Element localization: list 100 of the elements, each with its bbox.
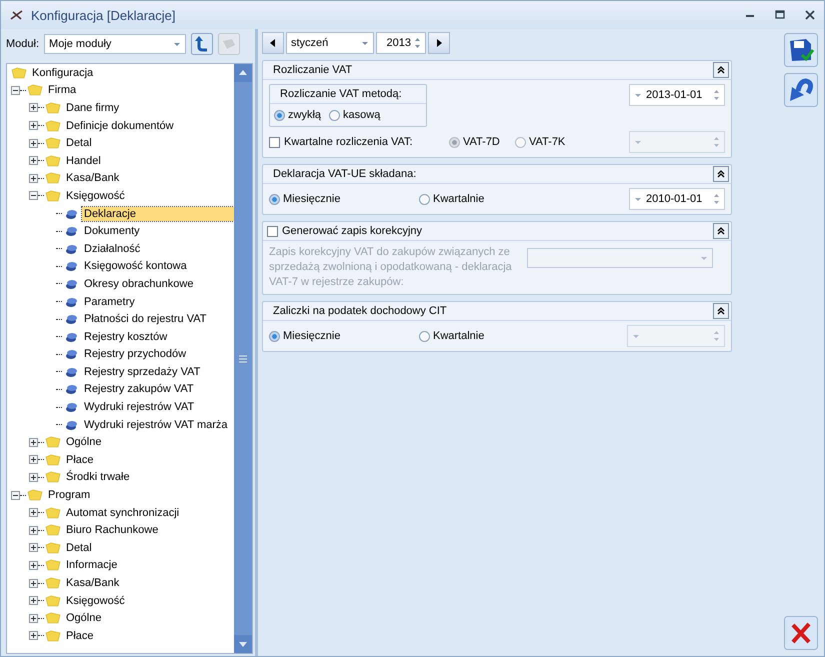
- window-title: Konfiguracja [Deklaracje]: [31, 8, 176, 22]
- folder-icon: [27, 489, 43, 502]
- collapse-icon[interactable]: [29, 191, 38, 200]
- expand-icon[interactable]: [29, 543, 38, 552]
- tree-item[interactable]: Wydruki rejestrów VAT marża: [82, 418, 230, 432]
- previous-button[interactable]: [262, 32, 284, 54]
- close-icon[interactable]: [784, 616, 818, 650]
- module-dropdown[interactable]: Moje moduły: [44, 34, 186, 54]
- date-field[interactable]: 2010-01-01: [629, 188, 725, 210]
- collapse-icon[interactable]: [11, 490, 20, 500]
- collapse-button[interactable]: [713, 303, 729, 319]
- expand-icon[interactable]: [29, 472, 38, 482]
- tree-item[interactable]: Okresy obrachunkowe: [82, 276, 196, 291]
- tree-item[interactable]: Dokumenty: [82, 224, 142, 238]
- close-icon[interactable]: [804, 9, 816, 21]
- tree-item[interactable]: Deklaracje: [82, 206, 234, 221]
- tree-item[interactable]: Płace: [64, 452, 96, 467]
- expand-icon[interactable]: [29, 578, 38, 588]
- tree-item[interactable]: Parametry: [82, 294, 137, 309]
- maximize-icon[interactable]: [774, 9, 786, 21]
- left-triangle-icon: [270, 39, 276, 47]
- expand-icon[interactable]: [29, 438, 38, 447]
- tree-item[interactable]: Księgowość: [64, 188, 127, 203]
- tree-item[interactable]: Rejestry sprzedaży VAT: [82, 364, 202, 379]
- tree-item[interactable]: Definicje dokumentów: [64, 118, 176, 133]
- note-text: Zapis korekcyjny VAT do zakupów związanych ze sprzedażą zwolnioną i opodatkowaną - deklaracja VAT-7 w rejestrze zakupów:: [269, 245, 513, 290]
- folder-icon: [45, 577, 61, 590]
- tree-item[interactable]: Wydruki rejestrów VAT: [82, 400, 196, 414]
- folder-icon: [27, 84, 43, 96]
- checkbox[interactable]: Kwartalne rozliczenia VAT:: [269, 136, 449, 148]
- grip-icon[interactable]: [238, 354, 248, 362]
- expand-icon[interactable]: [29, 103, 38, 112]
- caret-icon: [632, 334, 640, 338]
- radio-option[interactable]: Miesięcznie: [269, 193, 419, 205]
- expand-icon[interactable]: [29, 121, 38, 130]
- spin-arrows-icon: [414, 37, 421, 49]
- tree-item[interactable]: Działalność: [82, 242, 142, 256]
- tree-item[interactable]: Rejestry zakupów VAT: [82, 382, 196, 396]
- tree-item[interactable]: Detal: [64, 136, 94, 150]
- scroll-up-icon[interactable]: [234, 64, 252, 82]
- expand-icon[interactable]: [29, 156, 38, 166]
- collapse-button[interactable]: [713, 166, 729, 182]
- expand-icon[interactable]: [29, 508, 38, 518]
- tree-item[interactable]: Księgowość: [64, 594, 127, 608]
- tree-item[interactable]: Program: [46, 488, 92, 502]
- tree-item[interactable]: Płatności do rejestru VAT: [82, 312, 208, 326]
- caret-icon: [700, 256, 708, 260]
- coin-stack-icon: [63, 418, 79, 431]
- scrollbar[interactable]: [234, 64, 252, 653]
- tree-item[interactable]: Biuro Rachunkowe: [64, 523, 160, 538]
- tree-item[interactable]: Ogólne: [64, 611, 104, 626]
- tree-item[interactable]: Kasa/Bank: [64, 171, 122, 186]
- radio-option[interactable]: Miesięcznie: [269, 330, 419, 342]
- tree-item[interactable]: Firma: [46, 83, 78, 98]
- expand-icon[interactable]: [29, 138, 38, 148]
- collapse-icon[interactable]: [11, 86, 20, 95]
- expand-icon[interactable]: [29, 174, 38, 183]
- tree-item[interactable]: Rejestry kosztów: [82, 330, 170, 344]
- tree-item[interactable]: Środki trwałe: [64, 470, 132, 484]
- folder-icon: [45, 172, 61, 184]
- radio-option[interactable]: zwykłą: [274, 109, 322, 121]
- collapse-button[interactable]: [713, 62, 729, 78]
- tree-item[interactable]: Dane firmy: [64, 100, 122, 115]
- radio-option[interactable]: kasową: [329, 109, 380, 121]
- tree-item[interactable]: Informacje: [64, 558, 120, 572]
- tree-item[interactable]: Detal: [64, 540, 94, 555]
- year-spinner[interactable]: 2013: [376, 32, 426, 54]
- tree-item[interactable]: Kasa/Bank: [64, 576, 122, 590]
- folder-icon: [45, 454, 61, 466]
- folder-icon: [45, 102, 61, 114]
- tree-item[interactable]: Rejestry przychodów: [82, 347, 188, 362]
- expand-icon[interactable]: [29, 596, 38, 606]
- date-field[interactable]: 2013-01-01: [629, 84, 725, 106]
- expand-icon[interactable]: [29, 455, 38, 464]
- expand-icon[interactable]: [29, 560, 38, 570]
- coin-stack-icon: [63, 348, 79, 360]
- save-icon[interactable]: [784, 33, 818, 67]
- tree-item[interactable]: Automat synchronizacji: [64, 506, 182, 520]
- caret-icon: [361, 40, 369, 46]
- radio-option[interactable]: Kwartalnie: [419, 330, 569, 342]
- tree-item[interactable]: Księgowość kontowa: [82, 259, 189, 274]
- coin-stack-icon: [63, 225, 79, 238]
- folder-icon: [45, 120, 61, 132]
- double-chevron-icon: [716, 65, 726, 75]
- checkbox-icon[interactable]: [269, 136, 280, 148]
- coin-stack-icon: [63, 330, 79, 343]
- expand-icon[interactable]: [29, 614, 38, 623]
- expand-icon[interactable]: [29, 526, 38, 535]
- expand-icon[interactable]: [29, 631, 38, 640]
- group-title: Rozliczanie VAT metodą:: [270, 85, 426, 104]
- folder-icon: [45, 154, 61, 167]
- radio-option[interactable]: Kwartalnie: [419, 193, 569, 205]
- tree-item[interactable]: Ogólne: [64, 435, 104, 450]
- tree-item[interactable]: Konfiguracja: [30, 66, 96, 80]
- month-dropdown[interactable]: styczeń: [286, 32, 374, 54]
- next-button[interactable]: [428, 32, 450, 54]
- tree-item[interactable]: Płace: [64, 628, 96, 643]
- scroll-down-icon[interactable]: [234, 635, 252, 653]
- tree-item[interactable]: Handel: [64, 154, 103, 168]
- collapse-button[interactable]: [713, 223, 729, 239]
